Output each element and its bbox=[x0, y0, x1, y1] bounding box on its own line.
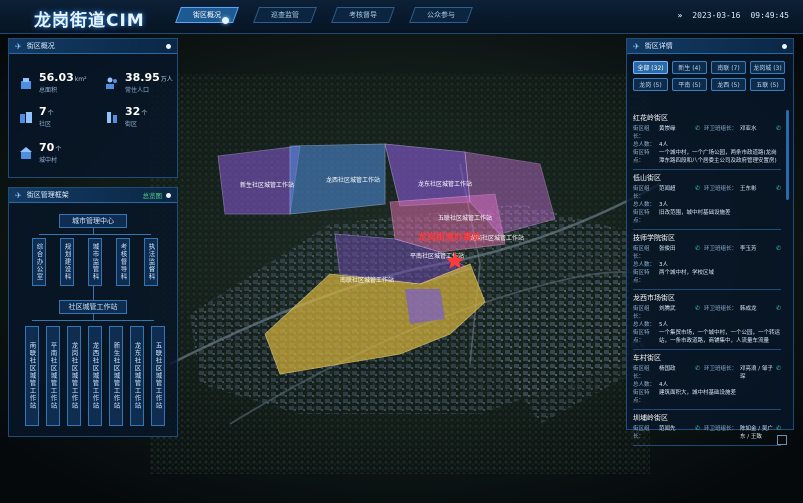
filter-wulian[interactable]: 五联 (5) bbox=[750, 78, 785, 91]
list-item[interactable]: 低山街区 街区组长： 范闻超 ✆ 环卫班组长： 王东彬 ✆ 总人数： 3人 街区特点： 旧改… bbox=[633, 170, 781, 230]
chevrons-right-icon: » bbox=[677, 11, 683, 20]
list-item[interactable]: 技师学院街区 街区组长： 张俊田 ✆ 环卫班组长： 李玉芳 ✆ 总人数： 3人 街区特点：… bbox=[633, 230, 781, 290]
org-station[interactable]: 平南社区城管工作站 bbox=[46, 326, 60, 426]
app-title: 龙岗街道CIM bbox=[34, 11, 145, 31]
panel-toggle-icon[interactable] bbox=[782, 43, 787, 49]
block-name: 车村街区 bbox=[633, 354, 661, 362]
tab-assessment[interactable]: 考核督导 bbox=[331, 7, 395, 23]
map-label-longdong: 龙东社区城管工作站 bbox=[418, 180, 472, 188]
details-header: ✈ 街区详情 bbox=[627, 39, 793, 54]
block-name: 圳埔岭街区 bbox=[633, 414, 668, 422]
tab-public[interactable]: 公众参与 bbox=[409, 7, 473, 23]
phone-icon[interactable]: ✆ bbox=[695, 365, 700, 381]
filter-longgangcheng[interactable]: 龙岗城 (3) bbox=[750, 61, 785, 74]
stat-area: 56.03km² 总面积 bbox=[19, 71, 87, 94]
org-dept[interactable]: 城市监管科 bbox=[88, 238, 102, 286]
datetime: » 2023-03-16 09:49:45 bbox=[677, 11, 789, 20]
stat-communities: 7个 社区 bbox=[19, 105, 54, 128]
filter-chips: 全部 (32) 新生 (4) 南联 (7) 龙岗城 (3) 龙岗 (5) 平南 … bbox=[633, 61, 785, 91]
phone-icon[interactable]: ✆ bbox=[695, 425, 700, 441]
village-icon bbox=[20, 146, 32, 159]
phone-icon[interactable]: ✆ bbox=[776, 365, 781, 381]
org-station[interactable]: 五联社区城管工作站 bbox=[151, 326, 165, 426]
filter-nanlian[interactable]: 南联 (7) bbox=[711, 61, 746, 74]
people-icon bbox=[106, 77, 117, 89]
block-icon bbox=[107, 111, 117, 123]
filter-pingnan[interactable]: 平南 (5) bbox=[672, 78, 707, 91]
list-item[interactable]: 龙西市场街区 街区组长： 刘腾武 ✆ 环卫班组长： 韩成龙 ✆ 总人数： 5人 街区特点：… bbox=[633, 290, 781, 350]
org-title: 街区管理框架 bbox=[26, 191, 69, 199]
phone-icon[interactable]: ✆ bbox=[695, 245, 700, 261]
area-icon bbox=[21, 77, 31, 89]
phone-icon[interactable]: ✆ bbox=[776, 245, 781, 261]
block-name: 低山街区 bbox=[633, 174, 661, 182]
connector-line bbox=[93, 286, 94, 300]
stat-blocks: 32个 街区 bbox=[105, 105, 147, 128]
phone-icon[interactable]: ✆ bbox=[776, 125, 781, 141]
phone-icon[interactable]: ✆ bbox=[776, 185, 781, 201]
org-station[interactable]: 龙岗社区城管工作站 bbox=[67, 326, 81, 426]
community-icon bbox=[20, 111, 32, 123]
phone-icon[interactable]: ✆ bbox=[695, 125, 700, 141]
map-label-longxi: 龙西社区城管工作站 bbox=[326, 176, 380, 184]
org-station[interactable]: 龙东社区城管工作站 bbox=[130, 326, 144, 426]
list-scrollbar[interactable] bbox=[786, 110, 789, 200]
block-list[interactable]: 红花岭街区 街区组长： 黄崇缘 ✆ 环卫班组长： 邓亚水 ✆ 总人数： 4人 街区特点：一… bbox=[633, 110, 781, 462]
phone-icon[interactable]: ✆ bbox=[695, 305, 700, 321]
org-dept[interactable]: 规划建设科 bbox=[60, 238, 74, 286]
overview-title: 街区概况 bbox=[26, 42, 55, 50]
block-name: 龙西市场街区 bbox=[633, 294, 675, 302]
map-label-office[interactable]: 龙岗街道办事处 bbox=[417, 231, 482, 243]
org-header: ✈ 街区管理框架 总览图 bbox=[9, 188, 177, 203]
org-center[interactable]: 城市管理中心 bbox=[59, 214, 127, 228]
org-station[interactable]: 龙西社区城管工作站 bbox=[88, 326, 102, 426]
details-panel: ✈ 街区详情 全部 (32) 新生 (4) 南联 (7) 龙岗城 (3) 龙岗 … bbox=[626, 38, 794, 446]
overview-header: ✈ 街区概况 bbox=[9, 39, 177, 54]
org-station[interactable]: 南联社区城管工作站 bbox=[25, 326, 39, 426]
filter-longxi[interactable]: 龙西 (5) bbox=[711, 78, 746, 91]
details-title: 街区详情 bbox=[644, 42, 673, 50]
stat-population: 38.95万人 常住人口 bbox=[105, 71, 173, 94]
org-station[interactable]: 新生社区城管工作站 bbox=[109, 326, 123, 426]
plane-icon: ✈ bbox=[633, 41, 640, 51]
panel-toggle-icon[interactable] bbox=[166, 192, 171, 198]
date-text: 2023-03-16 bbox=[692, 11, 741, 20]
filter-longgang[interactable]: 龙岗 (5) bbox=[633, 78, 668, 91]
org-dept[interactable]: 考核督导科 bbox=[116, 238, 130, 286]
fullscreen-icon[interactable] bbox=[777, 435, 787, 445]
stat-villages: 70个 城中村 bbox=[19, 141, 61, 164]
org-dept[interactable]: 综合办公室 bbox=[32, 238, 46, 286]
connector-line bbox=[32, 320, 154, 321]
phone-icon[interactable]: ✆ bbox=[695, 185, 700, 201]
top-bar: 龙岗街道CIM 街区概况 巡查监管 考核督导 公众参与 » 2023-03-16… bbox=[0, 0, 803, 34]
list-item[interactable]: 圳埔岭街区 街区组长： 范闻先 ✆ 环卫班组长： 陈如金 / 吴广东 / 王致 ✆ bbox=[633, 410, 781, 446]
plane-icon: ✈ bbox=[15, 41, 22, 51]
org-overview-link[interactable]: 总览图 bbox=[143, 190, 163, 200]
overview-panel: ✈ 街区概况 56.03km² 总面积 38.95万人 常住人口 7个 社区 3… bbox=[8, 38, 178, 178]
list-item[interactable]: 车村街区 街区组长： 杨国政 ✆ 环卫班组长： 邓亮浪 / 邹子琛 ✆ 总人数： 4人 街… bbox=[633, 350, 781, 410]
block-name: 技师学院街区 bbox=[633, 234, 675, 242]
connector-line bbox=[39, 234, 151, 235]
active-tab-indicator bbox=[222, 17, 229, 24]
phone-icon[interactable]: ✆ bbox=[776, 305, 781, 321]
org-dept[interactable]: 执法监督科 bbox=[144, 238, 158, 286]
tab-inspection[interactable]: 巡查监管 bbox=[253, 7, 317, 23]
panel-toggle-icon[interactable] bbox=[166, 43, 171, 49]
list-item[interactable]: 红花岭街区 街区组长： 黄崇缘 ✆ 环卫班组长： 邓亚水 ✆ 总人数： 4人 街区特点：一… bbox=[633, 110, 781, 170]
map-label-nanlian: 南联社区城管工作站 bbox=[340, 276, 394, 284]
filter-xinsheng[interactable]: 新生 (4) bbox=[672, 61, 707, 74]
time-text: 09:49:45 bbox=[750, 11, 789, 20]
map-label-xinsheng: 新生社区城管工作站 bbox=[240, 181, 294, 189]
block-name: 红花岭街区 bbox=[633, 114, 668, 122]
tab-overview[interactable]: 街区概况 bbox=[175, 7, 239, 23]
map-label-wulian: 五联社区城管工作站 bbox=[438, 214, 492, 222]
filter-all[interactable]: 全部 (32) bbox=[633, 61, 668, 74]
org-panel: ✈ 街区管理框架 总览图 城市管理中心 综合办公室 规划建设科 城市监管科 考核… bbox=[8, 187, 178, 437]
plane-icon: ✈ bbox=[15, 190, 22, 200]
org-office[interactable]: 社区城管工作站 bbox=[59, 300, 127, 314]
